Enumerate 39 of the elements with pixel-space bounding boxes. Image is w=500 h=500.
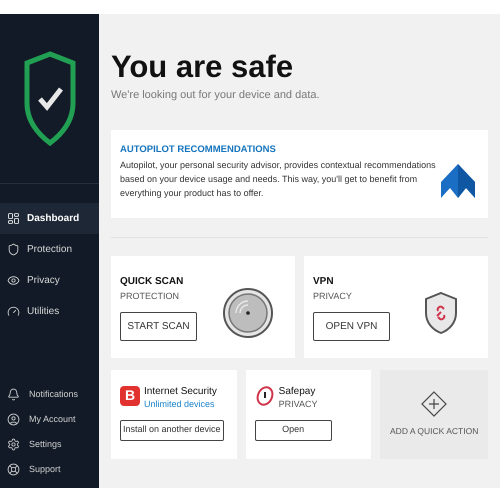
card-category: PROTECTION [120,290,180,302]
radar-icon [222,286,274,338]
action-button[interactable]: Open [254,420,332,440]
user-icon [7,413,20,426]
autopilot-text: Autopilot, your personal security advisor, provides contextual recommendations based on your device usage and needs. This way, you'll get to benefit from everything your product has to offer. [120,158,437,200]
bell-icon [7,388,20,401]
add-quick-action-button[interactable]: ADD A QUICK ACTION [380,370,488,458]
action-button[interactable]: START SCAN [120,312,197,340]
page-title: You are safe [111,49,294,85]
footer-nav-item[interactable]: Support [0,457,99,482]
shield-link-icon [424,290,458,334]
card-title: QUICK SCAN [120,276,184,288]
card-title: Internet Security [144,386,217,398]
action-button[interactable]: OPEN VPN [313,312,390,340]
nav-item[interactable]: Utilities [0,296,99,327]
safepay-icon [254,386,275,406]
dashboard-icon [7,212,20,225]
eye-icon [7,274,20,287]
footer-nav-item[interactable]: Notifications [0,382,99,407]
shield-icon [7,243,20,256]
lifebuoy-icon [7,463,20,476]
card-category: PRIVACY [278,398,318,410]
card-category: PRIVACY [313,290,353,302]
nav-item[interactable]: Protection [0,234,99,265]
card-title: VPN [313,276,335,288]
settings-icon [7,438,20,451]
footer-nav-item[interactable]: My Account [0,407,99,432]
card-title: Safepay [278,386,316,398]
nav-item[interactable]: Dashboard [0,203,99,234]
action-button[interactable]: Install on another device [120,420,224,440]
card-category: Unlimited devices [144,398,216,410]
shield-check-icon [24,50,76,146]
gauge-icon [7,305,20,318]
plus-diamond-icon [421,390,448,417]
page-subtitle: We're looking out for your device and data. [111,88,321,103]
autopilot-title: AUTOPILOT RECOMMENDATIONS [120,144,277,156]
product-logo: B [120,386,140,406]
nav-item[interactable]: Privacy [0,265,99,296]
footer-nav-item[interactable]: Settings [0,432,99,457]
